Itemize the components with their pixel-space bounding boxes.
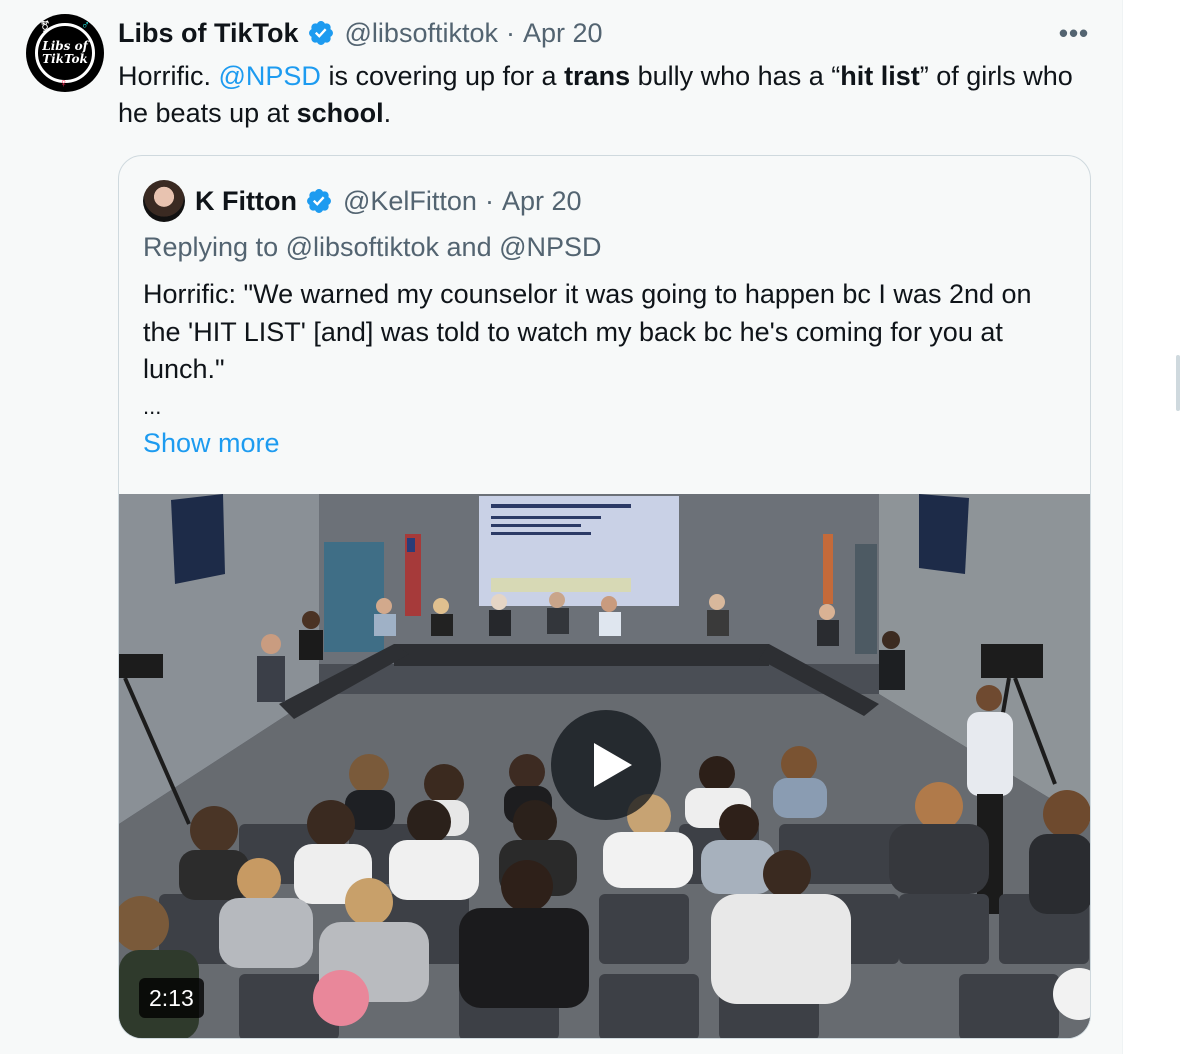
tweet-text-part: Horrific. xyxy=(118,61,219,91)
replying-to: Replying to @libsoftiktok and @NPSD xyxy=(143,232,602,262)
tweet-text-bold: trans xyxy=(564,61,631,91)
video-player[interactable]: 2:13 xyxy=(119,494,1090,1038)
tweet-text-part: is covering up for a xyxy=(320,61,565,91)
mention-link[interactable]: @NPSD xyxy=(219,61,321,91)
verified-badge-icon[interactable] xyxy=(307,19,335,47)
tweet-text-bold: school xyxy=(296,98,384,128)
video-duration-badge: 2:13 xyxy=(139,978,204,1018)
quoted-author-handle[interactable]: @KelFitton xyxy=(343,186,477,217)
right-column-divider xyxy=(1122,0,1184,1054)
truncation-ellipsis: ... xyxy=(143,394,162,419)
header-separator: · xyxy=(505,17,515,48)
tweet-text-bold: hit list xyxy=(840,61,920,91)
header-separator: · xyxy=(484,185,494,216)
play-button-icon[interactable] xyxy=(551,710,661,820)
tweet-header: Libs of TikTok @libsoftiktok · Apr 20 xyxy=(118,16,603,50)
avatar-logo-text: Libs of TikTok xyxy=(42,40,88,66)
show-more-link[interactable]: Show more xyxy=(143,428,280,459)
tweet-text-part: bully who has a “ xyxy=(630,61,841,91)
tweet-date[interactable]: Apr 20 xyxy=(523,18,603,49)
quoted-tweet-header: K Fitton @KelFitton · Apr 20 xyxy=(195,184,582,218)
quoted-tweet[interactable]: K Fitton @KelFitton · Apr 20 Replying to… xyxy=(118,155,1091,1039)
quoted-tweet-text: Horrific: "We warned my counselor it was… xyxy=(143,279,1032,384)
quoted-tweet-date[interactable]: Apr 20 xyxy=(502,186,582,217)
scrollbar-thumb[interactable] xyxy=(1176,355,1180,411)
avatar-logo-line-2: TikTok xyxy=(42,52,88,66)
author-name[interactable]: Libs of TikTok xyxy=(118,18,299,49)
author-handle[interactable]: @libsoftiktok xyxy=(345,18,498,49)
author-avatar[interactable]: ⚧ ♂ Libs of TikTok ♀ xyxy=(26,14,104,92)
female-symbol-icon: ♀ xyxy=(59,76,68,90)
more-options-icon[interactable]: ••• xyxy=(1054,18,1094,48)
male-symbol-icon: ♂ xyxy=(81,18,90,32)
tweet-text-part: . xyxy=(383,98,392,128)
quoted-author-name[interactable]: K Fitton xyxy=(195,186,297,217)
tweet-text: Horrific. @NPSD is covering up for a tra… xyxy=(118,58,1108,132)
verified-badge-icon[interactable] xyxy=(305,187,333,215)
quoted-author-avatar[interactable] xyxy=(143,180,185,222)
gender-symbol-icon: ⚧ xyxy=(40,20,51,34)
tweet-card[interactable]: ⚧ ♂ Libs of TikTok ♀ Libs of TikTok @lib… xyxy=(0,0,1122,1054)
